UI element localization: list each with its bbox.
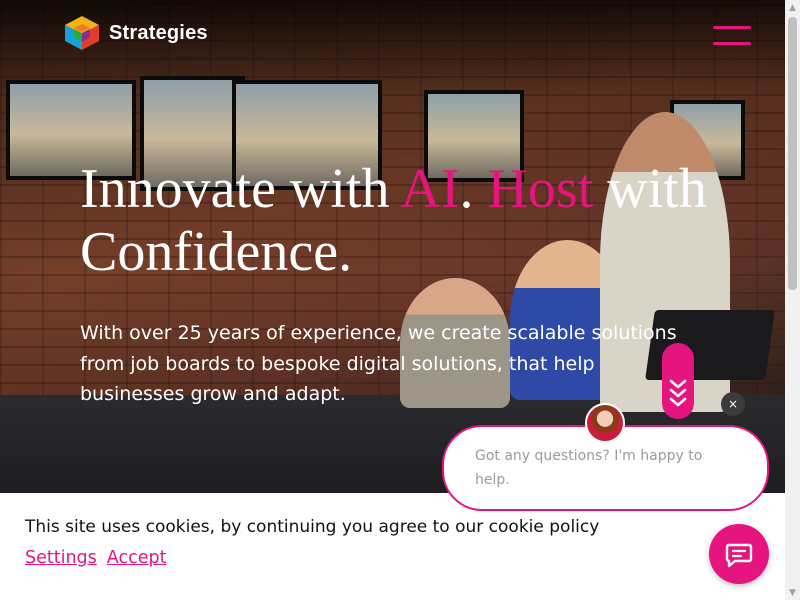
- hero-headline: Innovate with AI. Host with Confidence.: [80, 158, 740, 284]
- chat-agent-avatar: [585, 403, 625, 443]
- headline-ai-highlight: AI: [400, 158, 460, 220]
- strategies-cube-logo-icon: [65, 16, 99, 50]
- logo-text: Strategies: [109, 21, 208, 44]
- headline-text: .: [459, 158, 488, 220]
- cookie-accept-link[interactable]: Accept: [107, 548, 167, 568]
- cookie-message: This site uses cookies, by continuing yo…: [25, 517, 600, 537]
- menu-line: [713, 26, 751, 29]
- scroll-down-arrow-icon[interactable]: ▼: [785, 585, 800, 600]
- chat-close-button[interactable]: ×: [721, 392, 745, 416]
- headline-text: Innovate with: [80, 158, 401, 220]
- chat-bubble-icon: [725, 543, 753, 568]
- scroll-up-arrow-icon[interactable]: ▲: [785, 0, 800, 15]
- cookie-actions: Settings Accept: [25, 548, 176, 568]
- chat-prompt-text: Got any questions? I'm happy to help.: [475, 448, 703, 488]
- hamburger-menu-icon[interactable]: [713, 24, 753, 48]
- scroll-down-button[interactable]: [662, 343, 694, 419]
- hero-subtext: With over 25 years of experience, we cre…: [80, 322, 677, 405]
- menu-line: [713, 42, 751, 45]
- chevrons-down-icon: [669, 379, 687, 407]
- chat-launcher-button[interactable]: [709, 524, 769, 584]
- site-logo[interactable]: Strategies: [63, 15, 208, 51]
- headline-host-highlight: Host: [487, 158, 594, 220]
- page-scrollbar[interactable]: ▲ ▼: [785, 0, 800, 600]
- scrollbar-thumb[interactable]: [788, 17, 797, 290]
- cookie-settings-link[interactable]: Settings: [25, 548, 97, 568]
